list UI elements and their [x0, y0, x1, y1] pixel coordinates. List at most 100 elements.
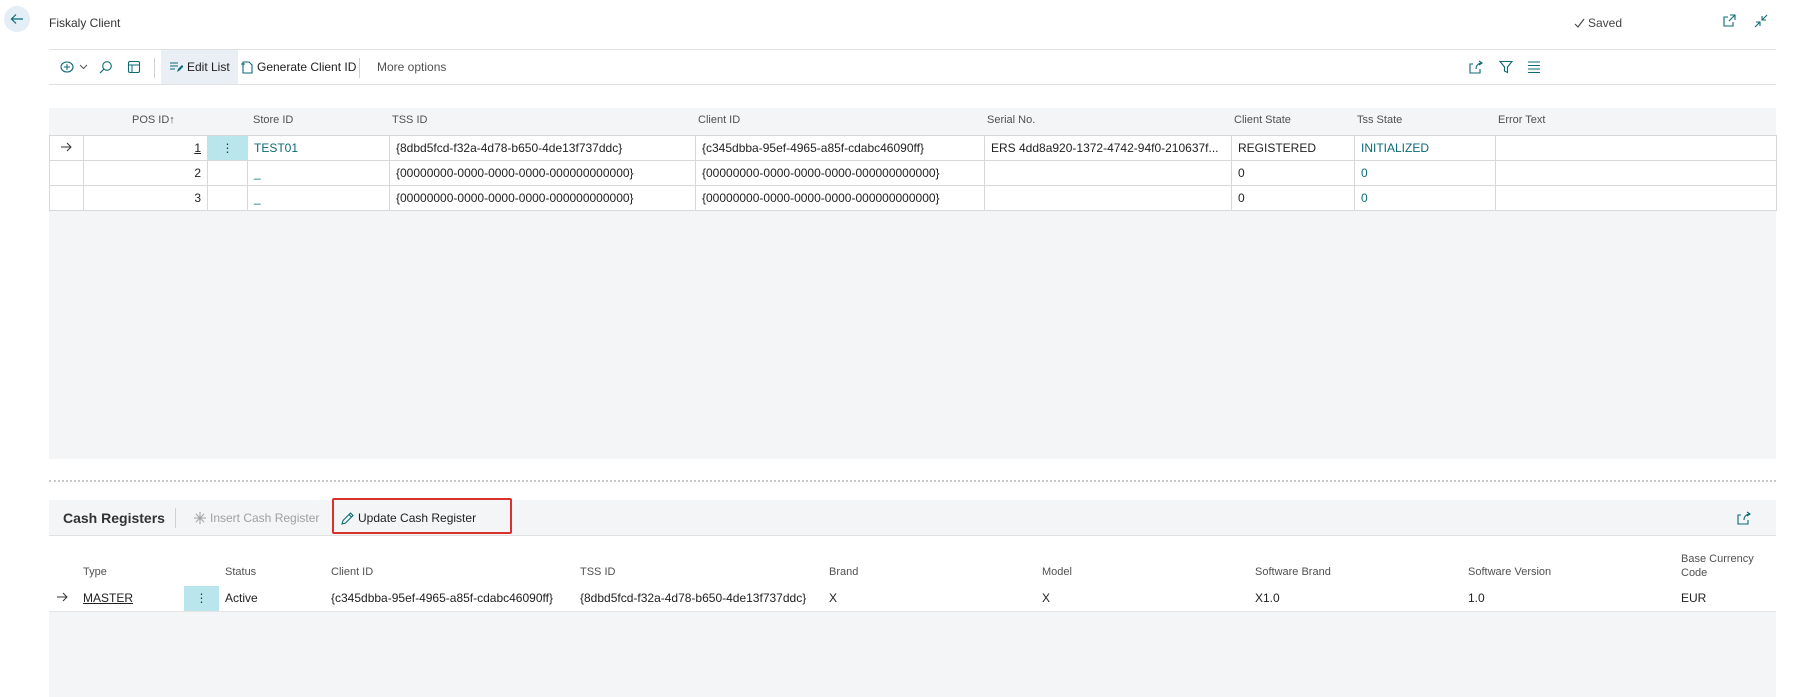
cell-tss-id[interactable]: {8dbd5fcd-f32a-4d78-b650-4de13f737ddc} — [389, 135, 696, 161]
open-new-window-icon[interactable] — [1722, 14, 1738, 30]
collapse-icon[interactable] — [1754, 14, 1770, 30]
action-bar: Edit List Generate Client ID More option… — [49, 49, 1776, 85]
column-header-client-state[interactable]: Client State — [1234, 114, 1291, 126]
cell-serial-no[interactable] — [984, 160, 1232, 186]
cell-tss-state[interactable]: 0 — [1354, 160, 1496, 186]
column-header-serial-no[interactable]: Serial No. — [987, 114, 1035, 126]
insert-cash-register-label: Insert Cash Register — [210, 511, 320, 525]
cell-pos-id[interactable]: 1 — [83, 135, 208, 161]
cell-pos-id[interactable]: 3 — [83, 185, 208, 211]
cell-tss-id[interactable]: {00000000-0000-0000-0000-000000000000} — [389, 185, 696, 211]
share-icon — [1469, 60, 1483, 74]
sub-column-header-tss-id[interactable]: TSS ID — [580, 566, 615, 578]
column-header-store-id[interactable]: Store ID — [253, 114, 293, 126]
edit-list-button[interactable]: Edit List — [161, 50, 238, 84]
table-row[interactable]: MASTER ⋮ Active {c345dbba-95ef-4965-a85f… — [49, 586, 1776, 612]
table-row[interactable]: 3 _ {00000000-0000-0000-0000-00000000000… — [49, 185, 1777, 211]
filter-button[interactable] — [1499, 50, 1513, 84]
cell-model[interactable]: X — [1036, 586, 1249, 612]
sub-column-header-status[interactable]: Status — [225, 566, 256, 578]
cell-brand[interactable]: X — [823, 586, 1036, 612]
cell-store-id[interactable]: _ — [247, 160, 390, 186]
show-as-list-button[interactable] — [127, 50, 141, 84]
cell-tss-state[interactable]: 0 — [1354, 185, 1496, 211]
generate-client-id-button[interactable]: Generate Client ID — [241, 50, 356, 84]
pencil-icon — [341, 511, 354, 525]
cell-client-id[interactable]: {00000000-0000-0000-0000-000000000000} — [695, 160, 985, 186]
cell-store-id[interactable]: _ — [247, 185, 390, 211]
column-header-tss-id[interactable]: TSS ID — [392, 114, 427, 126]
sub-column-header-brand[interactable]: Brand — [829, 566, 858, 578]
views-dropdown[interactable] — [59, 50, 88, 84]
filter-icon — [1499, 60, 1513, 74]
row-actions-cell — [207, 185, 248, 211]
subpage-share-button[interactable] — [1737, 500, 1751, 536]
row-indicator — [49, 135, 84, 161]
list-settings-button[interactable] — [1527, 50, 1541, 84]
back-button[interactable] — [4, 6, 30, 32]
row-actions-button[interactable]: ⋮ — [184, 586, 219, 612]
cell-status[interactable]: Active — [219, 586, 325, 612]
share-button[interactable] — [1469, 50, 1483, 84]
table-row[interactable]: 2 _ {00000000-0000-0000-0000-00000000000… — [49, 160, 1777, 186]
cell-client-state[interactable]: 0 — [1231, 160, 1355, 186]
search-button[interactable] — [99, 50, 113, 84]
cell-serial-no[interactable] — [984, 185, 1232, 211]
new-document-icon — [241, 60, 253, 74]
more-options-button[interactable]: More options — [377, 50, 446, 84]
update-cash-register-button[interactable]: Update Cash Register — [341, 500, 476, 536]
cell-serial-no[interactable]: ERS 4dd8a920-1372-4742-94f0-210637f... — [984, 135, 1232, 161]
sort-ascending-icon: ↑ — [169, 114, 175, 126]
sub-column-header-base-currency[interactable]: Base Currency Code — [1681, 552, 1754, 580]
cell-error-text[interactable] — [1495, 185, 1777, 211]
list-icon — [1528, 61, 1540, 73]
fiskaly-client-table: 1 ⋮ TEST01 {8dbd5fcd-f32a-4d78-b650-4de1… — [49, 135, 1777, 211]
views-icon — [60, 61, 74, 73]
cell-base-currency-code[interactable]: EUR — [1675, 586, 1776, 612]
cell-client-id[interactable]: {c345dbba-95ef-4965-a85f-cdabc46090ff} — [695, 135, 985, 161]
cell-software-brand[interactable]: X1.0 — [1249, 586, 1462, 612]
arrow-right-icon — [60, 142, 72, 152]
cell-error-text[interactable] — [1495, 135, 1777, 161]
sparkle-icon — [194, 512, 206, 524]
arrow-right-icon — [57, 592, 68, 602]
sub-column-header-type[interactable]: Type — [83, 566, 107, 578]
cell-pos-id[interactable]: 2 — [83, 160, 208, 186]
cell-tss-id[interactable]: {8dbd5fcd-f32a-4d78-b650-4de13f737ddc} — [574, 586, 823, 612]
cell-tss-state[interactable]: INITIALIZED — [1354, 135, 1496, 161]
sub-column-header-software-version[interactable]: Software Version — [1468, 566, 1551, 578]
share-icon — [1737, 511, 1751, 525]
column-header-client-id[interactable]: Client ID — [698, 114, 740, 126]
row-actions-button[interactable]: ⋮ — [207, 135, 248, 161]
cell-type[interactable]: MASTER — [77, 586, 184, 612]
table-row[interactable]: 1 ⋮ TEST01 {8dbd5fcd-f32a-4d78-b650-4de1… — [49, 135, 1777, 161]
row-indicator — [49, 185, 84, 211]
sub-column-header-client-id[interactable]: Client ID — [331, 566, 373, 578]
update-cash-register-label: Update Cash Register — [358, 511, 477, 525]
generate-client-id-label: Generate Client ID — [257, 60, 357, 74]
saved-status: Saved — [1574, 16, 1622, 30]
cell-store-id[interactable]: TEST01 — [247, 135, 390, 161]
subpage-empty-area — [49, 612, 1776, 697]
saved-label: Saved — [1587, 16, 1622, 30]
cell-client-state[interactable]: 0 — [1231, 185, 1355, 211]
chevron-down-icon — [79, 64, 88, 70]
layout-icon — [127, 60, 141, 74]
insert-cash-register-button[interactable]: Insert Cash Register — [194, 500, 319, 536]
cell-software-version[interactable]: 1.0 — [1462, 586, 1675, 612]
page-title: Fiskaly Client — [49, 16, 121, 30]
cell-client-id[interactable]: {c345dbba-95ef-4965-a85f-cdabc46090ff} — [325, 586, 574, 612]
column-header-error-text[interactable]: Error Text — [1498, 114, 1545, 126]
cell-error-text[interactable] — [1495, 160, 1777, 186]
cell-client-id[interactable]: {00000000-0000-0000-0000-000000000000} — [695, 185, 985, 211]
subpage-title[interactable]: Cash Registers — [63, 510, 165, 526]
sub-column-header-software-brand[interactable]: Software Brand — [1255, 566, 1331, 578]
search-icon — [99, 61, 112, 74]
splitter[interactable] — [49, 480, 1776, 482]
column-header-pos-id[interactable]: POS ID↑ — [132, 114, 175, 126]
cell-tss-id[interactable]: {00000000-0000-0000-0000-000000000000} — [389, 160, 696, 186]
cell-client-state[interactable]: REGISTERED — [1231, 135, 1355, 161]
sub-column-header-model[interactable]: Model — [1042, 566, 1072, 578]
edit-list-label: Edit List — [187, 60, 230, 74]
column-header-tss-state[interactable]: Tss State — [1357, 114, 1402, 126]
